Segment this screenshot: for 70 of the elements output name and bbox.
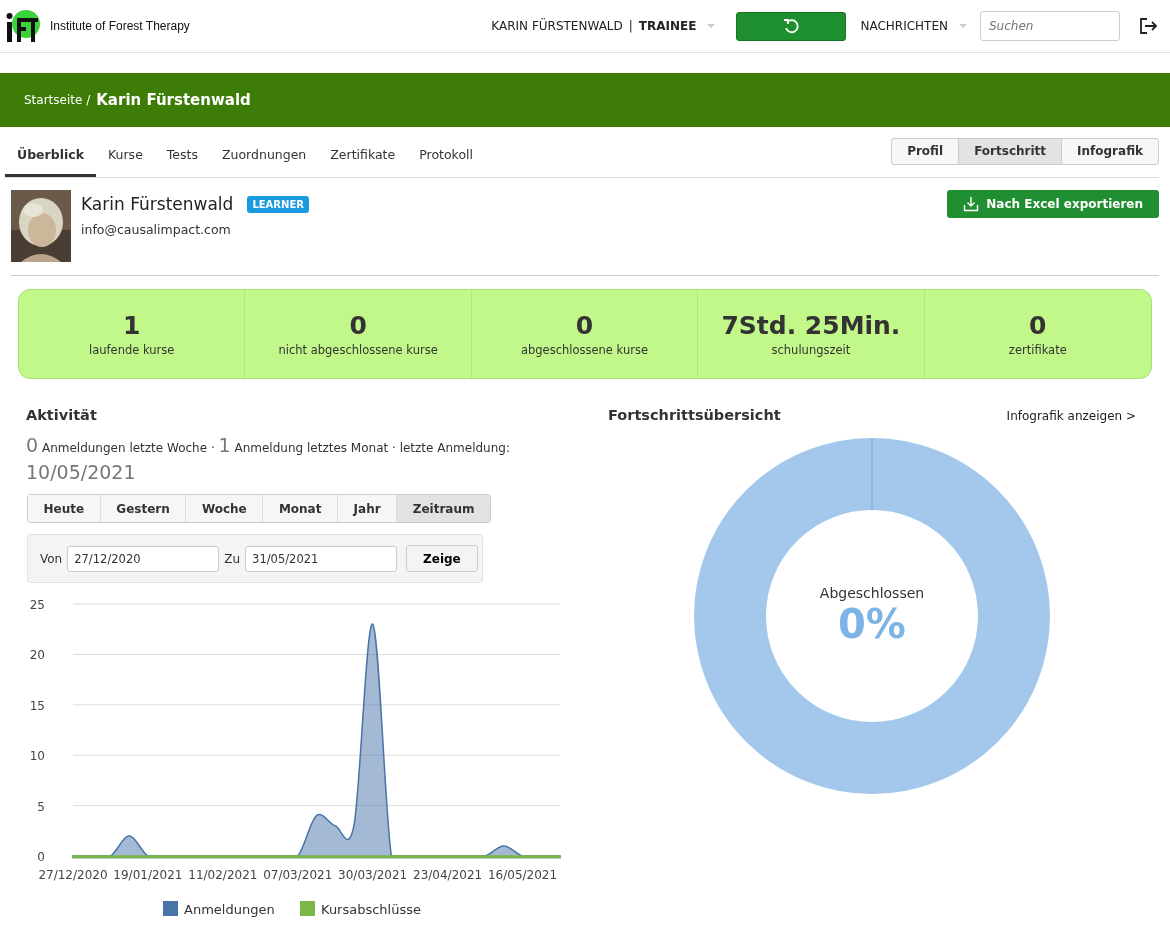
period-button[interactable]: Woche xyxy=(186,495,264,522)
export-button[interactable]: Nach Excel exportieren xyxy=(947,190,1159,218)
stat-value: 7Std. 25Min. xyxy=(721,311,901,340)
activity-summary: 0 Anmeldungen letzte Woche · 1 Anmeldung letztes Monat · letzte Anmeldung: 10/05/2021 xyxy=(26,433,511,484)
stat-label: schulungszeit xyxy=(771,343,851,357)
stat-label: abgeschlossene kurse xyxy=(520,343,648,357)
refresh-icon xyxy=(782,17,801,35)
y-tick-label: 0 xyxy=(37,850,45,864)
x-tick-label: 11/02/2021 xyxy=(188,868,258,882)
stat-value: 0 xyxy=(575,311,594,340)
stat-value: 0 xyxy=(349,311,367,340)
y-tick-label: 10 xyxy=(29,749,45,764)
infographic-link[interactable]: Infografik anzeigen > xyxy=(1006,409,1136,423)
role-badge: LEARNER xyxy=(247,195,309,213)
y-tick-label: 20 xyxy=(29,648,45,663)
stat-label: nicht abgeschlossene kurse xyxy=(278,343,438,357)
view-button[interactable]: Infografik xyxy=(1061,137,1159,165)
tab[interactable]: Zertifikate xyxy=(318,130,408,177)
tab[interactable]: Kurse xyxy=(96,130,155,177)
period-button[interactable]: Jahr xyxy=(338,495,398,522)
period-button[interactable]: Gestern xyxy=(100,495,187,522)
caret-icon xyxy=(706,23,717,29)
x-tick-label: 07/03/2021 xyxy=(263,868,333,882)
tab[interactable]: Zuordnungen xyxy=(209,130,319,177)
tab[interactable]: Tests xyxy=(154,130,210,177)
legend-item: Anmeldungen xyxy=(163,901,275,917)
breadcrumb-link[interactable]: Startseite / xyxy=(24,93,91,107)
show-button[interactable]: Zeige xyxy=(406,545,478,572)
page-title: Karin Fürstenwald xyxy=(96,91,251,109)
donut-label: Abgeschlossen xyxy=(819,585,925,601)
legend-label: Kursabschlüsse xyxy=(321,902,422,917)
y-tick-label: 5 xyxy=(37,799,45,814)
date-field[interactable]: 31/05/2021 xyxy=(245,545,398,572)
search-field[interactable]: Suchen xyxy=(980,11,1120,41)
x-tick-label: 19/01/2021 xyxy=(113,868,183,882)
x-tick-label: 27/12/2020 xyxy=(38,868,108,882)
messages-menu[interactable]: NACHRICHTEN xyxy=(860,19,968,33)
tab[interactable]: Überblick xyxy=(5,130,96,177)
y-tick-label: 15 xyxy=(29,698,45,713)
donut-value: 0% xyxy=(838,601,906,647)
section-title: Aktivität xyxy=(25,407,98,423)
to-label: Zu xyxy=(224,551,241,566)
logout-icon[interactable] xyxy=(1138,16,1158,36)
stat-value: 0 xyxy=(1029,311,1047,340)
user-menu[interactable]: KARIN FÜRSTENWALD | TRAINEE xyxy=(491,19,717,33)
stat-value: 1 xyxy=(123,311,141,340)
user-email: info@causalimpact.com xyxy=(81,222,232,237)
legend-item: Kursabschlüsse xyxy=(300,901,421,917)
period-button[interactable]: Zeitraum xyxy=(397,495,491,522)
user-name: Karin Fürstenwald xyxy=(81,194,234,214)
logo-icon xyxy=(4,8,40,44)
period-button[interactable]: Monat xyxy=(263,495,338,522)
caret-icon xyxy=(958,23,968,29)
x-tick-label: 23/04/2021 xyxy=(413,868,483,882)
view-button[interactable]: Profil xyxy=(891,137,960,165)
legend-label: Anmeldungen xyxy=(184,902,275,917)
stat-label: zertifikate xyxy=(1008,343,1067,357)
brand-name: Institute of Forest Therapy xyxy=(50,19,190,33)
from-label: Von xyxy=(40,551,63,566)
x-tick-label: 30/03/2021 xyxy=(338,868,408,882)
section-title: Fortschrittsübersicht xyxy=(607,407,781,423)
y-tick-label: 25 xyxy=(29,598,45,612)
period-button[interactable]: Heute xyxy=(28,495,101,522)
date-field[interactable]: 27/12/2020 xyxy=(67,545,220,572)
view-button[interactable]: Fortschritt xyxy=(958,137,1063,165)
refresh-button[interactable] xyxy=(736,11,847,41)
tab[interactable]: Protokoll xyxy=(407,130,485,177)
stat-label: laufende kurse xyxy=(89,343,175,357)
x-tick-label: 16/05/2021 xyxy=(487,868,558,882)
download-icon xyxy=(963,196,980,212)
